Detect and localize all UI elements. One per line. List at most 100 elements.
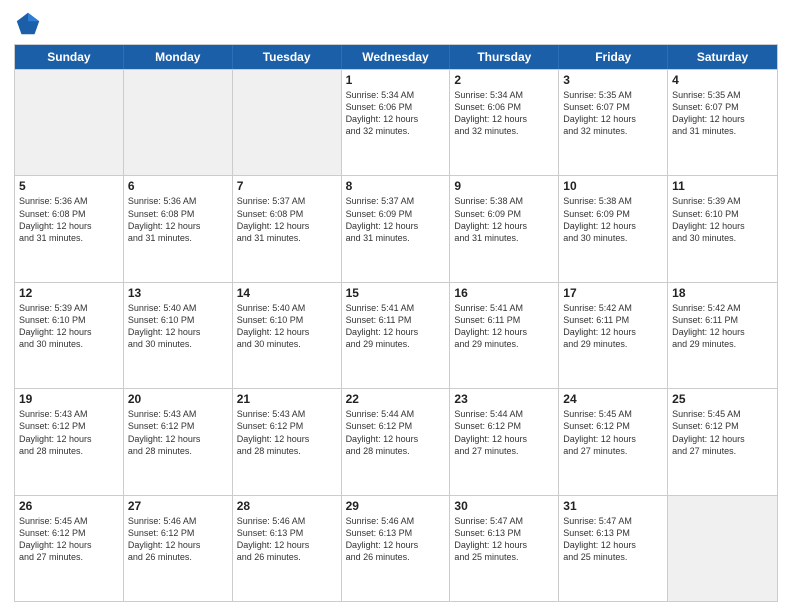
logo: [14, 10, 46, 38]
calendar-cell: 18 Sunrise: 5:42 AM Sunset: 6:11 PM Dayli…: [668, 283, 777, 388]
calendar-header-cell: Thursday: [450, 45, 559, 69]
calendar-cell: [124, 70, 233, 175]
calendar-cell: 8 Sunrise: 5:37 AM Sunset: 6:09 PM Daylig…: [342, 176, 451, 281]
calendar-header-cell: Monday: [124, 45, 233, 69]
logo-icon: [14, 10, 42, 38]
day-number: 6: [128, 179, 228, 193]
cell-info: Sunrise: 5:46 AM Sunset: 6:13 PM Dayligh…: [237, 515, 337, 564]
cell-info: Sunrise: 5:45 AM Sunset: 6:12 PM Dayligh…: [672, 408, 773, 457]
cell-info: Sunrise: 5:37 AM Sunset: 6:08 PM Dayligh…: [237, 195, 337, 244]
cell-info: Sunrise: 5:36 AM Sunset: 6:08 PM Dayligh…: [128, 195, 228, 244]
calendar-cell: 23 Sunrise: 5:44 AM Sunset: 6:12 PM Dayli…: [450, 389, 559, 494]
calendar-cell: 13Sunrise: 5:40 AM Sunset: 6:10 PM Dayli…: [124, 283, 233, 388]
calendar-cell: 17 Sunrise: 5:42 AM Sunset: 6:11 PM Dayli…: [559, 283, 668, 388]
cell-info: Sunrise: 5:43 AM Sunset: 6:12 PM Dayligh…: [19, 408, 119, 457]
day-number: 14: [237, 286, 337, 300]
cell-info: Sunrise: 5:44 AM Sunset: 6:12 PM Dayligh…: [454, 408, 554, 457]
calendar-cell: [233, 70, 342, 175]
day-number: 10: [563, 179, 663, 193]
calendar-cell: 19Sunrise: 5:43 AM Sunset: 6:12 PM Dayli…: [15, 389, 124, 494]
day-number: 29: [346, 499, 446, 513]
day-number: 21: [237, 392, 337, 406]
calendar-cell: 26 Sunrise: 5:45 AM Sunset: 6:12 PM Dayli…: [15, 496, 124, 601]
calendar-cell: 1 Sunrise: 5:34 AM Sunset: 6:06 PM Daylig…: [342, 70, 451, 175]
calendar-week-row: 12Sunrise: 5:39 AM Sunset: 6:10 PM Dayli…: [15, 282, 777, 388]
day-number: 26: [19, 499, 119, 513]
calendar-cell: 27 Sunrise: 5:46 AM Sunset: 6:12 PM Dayli…: [124, 496, 233, 601]
cell-info: Sunrise: 5:35 AM Sunset: 6:07 PM Dayligh…: [672, 89, 773, 138]
day-number: 1: [346, 73, 446, 87]
calendar-cell: 30Sunrise: 5:47 AM Sunset: 6:13 PM Dayli…: [450, 496, 559, 601]
day-number: 24: [563, 392, 663, 406]
cell-info: Sunrise: 5:34 AM Sunset: 6:06 PM Dayligh…: [346, 89, 446, 138]
day-number: 25: [672, 392, 773, 406]
cell-info: Sunrise: 5:36 AM Sunset: 6:08 PM Dayligh…: [19, 195, 119, 244]
day-number: 23: [454, 392, 554, 406]
calendar-cell: 12Sunrise: 5:39 AM Sunset: 6:10 PM Dayli…: [15, 283, 124, 388]
calendar-cell: 11Sunrise: 5:39 AM Sunset: 6:10 PM Dayli…: [668, 176, 777, 281]
calendar-header-row: SundayMondayTuesdayWednesdayThursdayFrid…: [15, 45, 777, 69]
calendar-body: 1 Sunrise: 5:34 AM Sunset: 6:06 PM Daylig…: [15, 69, 777, 601]
calendar-cell: [15, 70, 124, 175]
cell-info: Sunrise: 5:38 AM Sunset: 6:09 PM Dayligh…: [563, 195, 663, 244]
calendar: SundayMondayTuesdayWednesdayThursdayFrid…: [14, 44, 778, 602]
calendar-cell: 28 Sunrise: 5:46 AM Sunset: 6:13 PM Dayli…: [233, 496, 342, 601]
cell-info: Sunrise: 5:35 AM Sunset: 6:07 PM Dayligh…: [563, 89, 663, 138]
cell-info: Sunrise: 5:44 AM Sunset: 6:12 PM Dayligh…: [346, 408, 446, 457]
day-number: 4: [672, 73, 773, 87]
calendar-cell: 2 Sunrise: 5:34 AM Sunset: 6:06 PM Daylig…: [450, 70, 559, 175]
day-number: 7: [237, 179, 337, 193]
calendar-header-cell: Friday: [559, 45, 668, 69]
day-number: 13: [128, 286, 228, 300]
calendar-cell: 16Sunrise: 5:41 AM Sunset: 6:11 PM Dayli…: [450, 283, 559, 388]
day-number: 9: [454, 179, 554, 193]
day-number: 22: [346, 392, 446, 406]
cell-info: Sunrise: 5:37 AM Sunset: 6:09 PM Dayligh…: [346, 195, 446, 244]
calendar-cell: 24 Sunrise: 5:45 AM Sunset: 6:12 PM Dayli…: [559, 389, 668, 494]
cell-info: Sunrise: 5:47 AM Sunset: 6:13 PM Dayligh…: [454, 515, 554, 564]
day-number: 2: [454, 73, 554, 87]
calendar-header-cell: Sunday: [15, 45, 124, 69]
page: SundayMondayTuesdayWednesdayThursdayFrid…: [0, 0, 792, 612]
day-number: 31: [563, 499, 663, 513]
day-number: 17: [563, 286, 663, 300]
cell-info: Sunrise: 5:47 AM Sunset: 6:13 PM Dayligh…: [563, 515, 663, 564]
calendar-week-row: 26 Sunrise: 5:45 AM Sunset: 6:12 PM Dayli…: [15, 495, 777, 601]
cell-info: Sunrise: 5:43 AM Sunset: 6:12 PM Dayligh…: [128, 408, 228, 457]
cell-info: Sunrise: 5:45 AM Sunset: 6:12 PM Dayligh…: [19, 515, 119, 564]
calendar-week-row: 5 Sunrise: 5:36 AM Sunset: 6:08 PM Daylig…: [15, 175, 777, 281]
calendar-cell: 15Sunrise: 5:41 AM Sunset: 6:11 PM Dayli…: [342, 283, 451, 388]
day-number: 3: [563, 73, 663, 87]
cell-info: Sunrise: 5:34 AM Sunset: 6:06 PM Dayligh…: [454, 89, 554, 138]
calendar-header-cell: Tuesday: [233, 45, 342, 69]
calendar-week-row: 19Sunrise: 5:43 AM Sunset: 6:12 PM Dayli…: [15, 388, 777, 494]
day-number: 20: [128, 392, 228, 406]
cell-info: Sunrise: 5:46 AM Sunset: 6:12 PM Dayligh…: [128, 515, 228, 564]
calendar-cell: 31 Sunrise: 5:47 AM Sunset: 6:13 PM Dayli…: [559, 496, 668, 601]
cell-info: Sunrise: 5:42 AM Sunset: 6:11 PM Dayligh…: [563, 302, 663, 351]
calendar-header-cell: Wednesday: [342, 45, 451, 69]
day-number: 18: [672, 286, 773, 300]
calendar-cell: 29 Sunrise: 5:46 AM Sunset: 6:13 PM Dayli…: [342, 496, 451, 601]
day-number: 27: [128, 499, 228, 513]
day-number: 5: [19, 179, 119, 193]
calendar-cell: 22 Sunrise: 5:44 AM Sunset: 6:12 PM Dayli…: [342, 389, 451, 494]
day-number: 8: [346, 179, 446, 193]
day-number: 28: [237, 499, 337, 513]
calendar-cell: 20 Sunrise: 5:43 AM Sunset: 6:12 PM Dayli…: [124, 389, 233, 494]
calendar-cell: 9 Sunrise: 5:38 AM Sunset: 6:09 PM Daylig…: [450, 176, 559, 281]
cell-info: Sunrise: 5:42 AM Sunset: 6:11 PM Dayligh…: [672, 302, 773, 351]
calendar-cell: [668, 496, 777, 601]
day-number: 15: [346, 286, 446, 300]
calendar-cell: 5 Sunrise: 5:36 AM Sunset: 6:08 PM Daylig…: [15, 176, 124, 281]
calendar-cell: 4 Sunrise: 5:35 AM Sunset: 6:07 PM Daylig…: [668, 70, 777, 175]
cell-info: Sunrise: 5:45 AM Sunset: 6:12 PM Dayligh…: [563, 408, 663, 457]
cell-info: Sunrise: 5:40 AM Sunset: 6:10 PM Dayligh…: [237, 302, 337, 351]
cell-info: Sunrise: 5:43 AM Sunset: 6:12 PM Dayligh…: [237, 408, 337, 457]
day-number: 11: [672, 179, 773, 193]
calendar-cell: 14 Sunrise: 5:40 AM Sunset: 6:10 PM Dayli…: [233, 283, 342, 388]
cell-info: Sunrise: 5:38 AM Sunset: 6:09 PM Dayligh…: [454, 195, 554, 244]
calendar-header-cell: Saturday: [668, 45, 777, 69]
calendar-cell: 10 Sunrise: 5:38 AM Sunset: 6:09 PM Dayli…: [559, 176, 668, 281]
cell-info: Sunrise: 5:46 AM Sunset: 6:13 PM Dayligh…: [346, 515, 446, 564]
